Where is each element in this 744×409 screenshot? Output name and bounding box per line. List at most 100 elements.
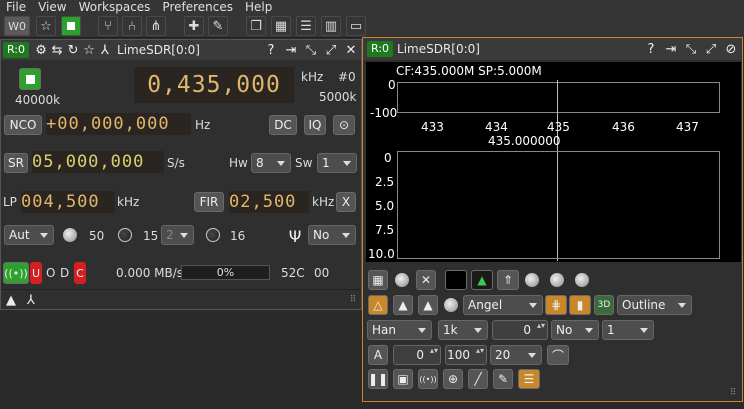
maximize-icon[interactable]: ⤢ — [703, 41, 719, 57]
add-rx-icon[interactable]: ⑂ — [98, 16, 118, 36]
lna-select[interactable]: 2 — [161, 225, 194, 245]
waterfall-icon[interactable]: ⋕ — [545, 295, 567, 315]
fir-button[interactable]: FIR — [194, 192, 224, 212]
sw-decimation-select[interactable]: 1 — [317, 153, 357, 173]
3d-view-button[interactable]: 3D — [594, 295, 614, 315]
star-icon[interactable]: ☆ — [36, 16, 56, 36]
averaging-count-select[interactable]: 1 — [602, 320, 654, 340]
help-icon[interactable]: ? — [263, 42, 279, 58]
window-select[interactable]: Han — [367, 320, 432, 340]
freeze-icon[interactable]: ⇑ — [497, 270, 519, 290]
workspace-button[interactable]: W0 — [4, 16, 30, 36]
lowpass-dial[interactable]: 004,500 — [21, 191, 115, 213]
crosshair-icon[interactable]: ⊕ — [443, 369, 463, 389]
help-icon[interactable]: ? — [643, 41, 659, 57]
dc-button[interactable]: DC — [269, 115, 297, 135]
move-icon[interactable]: ⇥ — [663, 41, 679, 57]
menu-help[interactable]: Help — [239, 0, 278, 14]
lna-knob[interactable] — [118, 228, 132, 242]
shrink-icon[interactable]: ⤡ — [303, 42, 319, 58]
menu-workspaces[interactable]: Workspaces — [73, 0, 157, 14]
maximize-icon[interactable]: ⤢ — [323, 42, 339, 58]
menu-file[interactable]: File — [0, 0, 32, 14]
sample-rate-dial[interactable]: 05,000,000 — [32, 151, 164, 173]
histogram-icon[interactable]: ▲ — [418, 295, 438, 315]
settings-menu-icon[interactable]: ☰ — [518, 369, 540, 389]
nco-button[interactable]: NCO — [4, 115, 42, 135]
sr-button[interactable]: SR — [4, 153, 28, 173]
column-icon[interactable]: ▥ — [321, 16, 341, 36]
start-stop-button[interactable] — [19, 68, 41, 90]
resize-grip-icon[interactable]: ⠿ — [345, 292, 361, 308]
max-hold-icon[interactable]: △ — [368, 295, 388, 315]
grid-intensity-knob[interactable] — [395, 273, 409, 287]
spectrum-color-icon[interactable]: ▲ — [471, 270, 493, 290]
palette-select[interactable]: Angel — [463, 295, 543, 315]
streaming-icon[interactable]: ((•)) — [418, 369, 438, 389]
waterfall-plot[interactable] — [397, 151, 720, 259]
nco-dial[interactable]: +00,000,000 — [46, 113, 191, 135]
color-picker-button[interactable] — [445, 270, 467, 290]
tools-icon[interactable]: ✎ — [208, 16, 228, 36]
trace-intensity-knob[interactable] — [525, 273, 539, 287]
add-mimo-icon[interactable]: ⋔ — [146, 16, 166, 36]
stroke-knob[interactable] — [575, 273, 589, 287]
spectrum-plot[interactable] — [397, 82, 720, 113]
stack-icon[interactable]: ☰ — [296, 16, 316, 36]
stream-status-icon[interactable]: ((•)) — [3, 262, 29, 284]
antenna-select[interactable]: No — [308, 225, 356, 245]
spectrum-display[interactable]: CF:435.000M SP:5.000M 0 -100 433 434 435… — [366, 62, 741, 262]
fps-select[interactable]: 20 — [490, 345, 542, 365]
move-icon[interactable]: ⇥ — [283, 42, 299, 58]
channels-icon[interactable]: ⅄ — [97, 42, 113, 58]
decay-knob[interactable] — [550, 273, 564, 287]
gain-mode-select[interactable]: Aut — [4, 225, 54, 245]
pause-icon[interactable]: ❚❚ — [368, 369, 388, 389]
center-frequency-dial[interactable]: 0,435,000 — [134, 67, 294, 103]
save-icon[interactable]: ▣ — [393, 369, 413, 389]
ruler-icon[interactable]: ╱ — [468, 369, 488, 389]
reload-icon[interactable]: ↻ — [65, 42, 81, 58]
add-tx-icon[interactable]: ⑃ — [122, 16, 142, 36]
swap-icon[interactable]: ⇆ — [49, 42, 65, 58]
start-all-button[interactable] — [61, 16, 81, 36]
current-trace-icon[interactable]: ▲ — [393, 295, 413, 315]
marker-icon[interactable]: ✎ — [493, 369, 513, 389]
fir-close-button[interactable]: X — [336, 192, 356, 212]
shrink-icon[interactable]: ⤡ — [683, 41, 699, 57]
throughput-label: 0.000 MB/s — [116, 266, 184, 280]
add-feature-icon[interactable]: ✚ — [184, 16, 204, 36]
linear-log-button[interactable]: A — [368, 345, 388, 365]
hw-decimation-select[interactable]: 8 — [251, 153, 291, 173]
resize-grip-icon[interactable]: ⠿ — [725, 385, 741, 401]
averaging-mode-select[interactable]: No — [551, 320, 599, 340]
menu-view[interactable]: View — [32, 0, 72, 14]
tia-knob[interactable] — [206, 228, 220, 242]
fft-size-select[interactable]: 1k — [438, 320, 488, 340]
iq-correction-icon[interactable]: ⊙ — [333, 115, 355, 135]
window-icon[interactable]: ▭ — [346, 16, 366, 36]
spectrum-toggle-icon[interactable]: ▲ — [3, 292, 19, 308]
reference-level-spinbox[interactable]: 0 — [393, 345, 441, 365]
star-icon[interactable]: ☆ — [81, 42, 97, 58]
tile-icon[interactable]: ▦ — [271, 16, 291, 36]
style-select[interactable]: Outline — [617, 295, 692, 315]
close-icon[interactable]: ✕ — [343, 42, 359, 58]
gain-knob[interactable] — [63, 228, 77, 242]
spectrum-title: LimeSDR[0:0] — [397, 42, 480, 56]
menu-preferences[interactable]: Preferences — [156, 0, 239, 14]
iq-button[interactable]: IQ — [304, 115, 326, 135]
overlap-spinbox[interactable]: 0 — [492, 320, 548, 340]
cascade-icon[interactable]: ❐ — [246, 16, 266, 36]
decay-divisor-knob[interactable] — [444, 298, 458, 312]
fir-dial[interactable]: 02,500 — [229, 191, 309, 213]
ref-level-icon[interactable]: ⌒ — [547, 345, 569, 365]
gear-icon[interactable]: ⚙ — [33, 42, 49, 58]
wf-tick-2: 5.0 — [375, 199, 395, 213]
hide-icon[interactable]: ⊘ — [723, 41, 739, 57]
waterfall-shared-icon[interactable]: ▮ — [569, 295, 591, 315]
range-spinbox[interactable]: 100 — [445, 345, 487, 365]
grid-icon[interactable]: ▦ — [368, 270, 388, 290]
clear-icon[interactable]: ✕ — [416, 270, 436, 290]
channels-icon[interactable]: ⅄ — [23, 292, 39, 308]
